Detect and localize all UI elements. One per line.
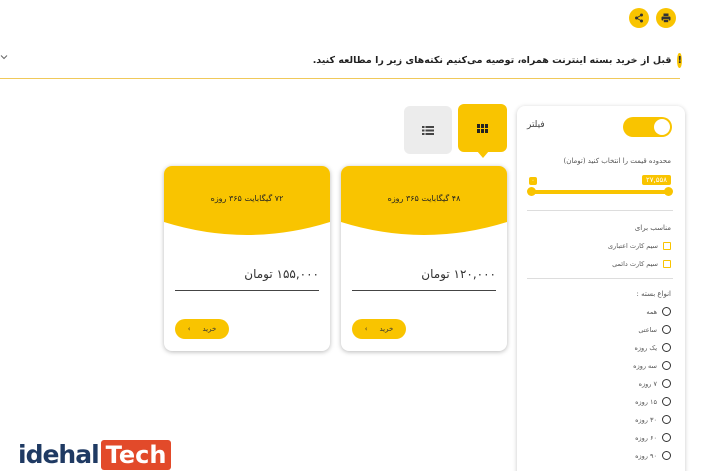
chevron-right-icon: › [364,325,368,333]
buy-label: خرید [202,325,217,333]
share-icon [635,13,643,23]
top-actions [629,8,676,28]
radio-button[interactable] [662,343,671,352]
price-min-value: ۰ [529,177,537,185]
radio-button[interactable] [662,451,671,460]
notice-text: قبل از خرید بسته اینترنت همراه، توصیه می… [312,54,672,66]
price-slider-max-handle[interactable] [664,187,673,196]
check-label: سیم کارت دائمی [612,260,658,268]
divider [527,210,673,211]
buy-button[interactable]: خرید › [352,319,406,339]
radio-label: سه روزه [633,361,657,370]
radio-type-15day[interactable]: ۱۵ روزه [635,397,671,406]
card-header-shape [341,166,507,235]
price-slider-min-handle[interactable] [527,187,536,196]
radio-type-3day[interactable]: سه روزه [633,361,671,370]
grid-view-button[interactable] [458,104,507,158]
purchase-notice[interactable]: قبل از خرید بسته اینترنت همراه، توصیه می… [313,50,682,70]
package-types-label: انواع بسته : [636,290,672,298]
package-title: ۴۸ گیگابایت ۳۶۵ روزه [387,194,461,203]
radio-label: ۶۰ روزه [635,433,657,442]
radio-label: ۱۵ روزه [635,397,657,406]
chevron-right-icon: › [187,325,191,333]
checkbox[interactable] [663,260,671,268]
check-prepaid[interactable]: سیم کارت اعتباری [608,242,671,250]
price-slider-track[interactable] [531,190,669,194]
radio-button[interactable] [662,397,671,406]
print-button[interactable] [656,8,676,28]
radio-label: ۳۰ روزه [635,415,657,424]
list-view-button[interactable] [404,106,452,154]
radio-type-7day[interactable]: ۷ روزه [639,379,671,388]
card-header-shape [164,166,330,235]
logo-text-left: idehal [18,440,100,469]
chevron-down-icon[interactable] [0,53,8,61]
radio-label: یک روزه [634,343,657,352]
price-underline [175,290,319,291]
check-label: سیم کارت اعتباری [607,242,658,250]
package-card: ۷۲ گیگابایت ۳۶۵ روزه ۱۵۵,۰۰۰ تومان خرید … [164,166,330,351]
print-icon [661,13,671,23]
radio-button[interactable] [662,325,671,334]
share-button[interactable] [629,8,649,28]
filter-sidebar: فیلتر محدوده قیمت را انتخاب کنید (تومان)… [517,106,685,471]
package-price: ۱۵۵,۰۰۰ تومان [244,267,319,281]
filter-toggle[interactable] [623,117,672,137]
check-postpaid[interactable]: سیم کارت دائمی [612,260,671,268]
grid-icon [477,123,488,133]
radio-type-30day[interactable]: ۳۰ روزه [635,415,671,424]
buy-button[interactable]: خرید › [175,319,229,339]
exclamation-icon: ! [677,52,682,68]
radio-label: ۷ روزه [638,379,657,388]
radio-button[interactable] [662,433,671,442]
radio-type-1day[interactable]: یک روزه [634,343,671,352]
package-card: ۴۸ گیگابایت ۳۶۵ روزه ۱۲۰,۰۰۰ تومان خرید … [341,166,507,351]
package-title: ۷۲ گیگابایت ۳۶۵ روزه [210,194,284,203]
radio-label: ساعتی [638,325,657,334]
radio-button[interactable] [662,307,671,316]
radio-type-60day[interactable]: ۶۰ روزه [635,433,671,442]
price-range-caption: محدوده قیمت را انتخاب کنید (تومان) [563,157,671,165]
suitable-for-label: مناسب برای [634,224,671,232]
buy-label: خرید [379,325,394,333]
divider [527,278,673,279]
list-icon [422,125,434,135]
radio-label: ۹۰ روزه [635,451,657,460]
card-header: ۴۸ گیگابایت ۳۶۵ روزه [341,166,507,241]
radio-button[interactable] [662,361,671,370]
package-price: ۱۲۰,۰۰۰ تومان [421,267,496,281]
radio-type-hourly[interactable]: ساعتی [638,325,671,334]
logo-text-right: Tech [100,440,172,470]
price-max-value: ۲۷,۵۵۸ [642,175,672,185]
notice-divider [0,78,680,79]
card-header: ۷۲ گیگابایت ۳۶۵ روزه [164,166,330,241]
filter-label: فیلتر [527,120,545,130]
radio-type-90day[interactable]: ۹۰ روزه [635,451,671,460]
radio-label: همه [646,307,657,316]
radio-button[interactable] [662,415,671,424]
idehaltech-logo: idehal Tech [18,434,172,470]
checkbox[interactable] [663,242,671,250]
radio-type-all[interactable]: همه [646,307,671,316]
radio-button[interactable] [662,379,671,388]
toggle-knob [654,119,670,135]
price-underline [352,290,496,291]
